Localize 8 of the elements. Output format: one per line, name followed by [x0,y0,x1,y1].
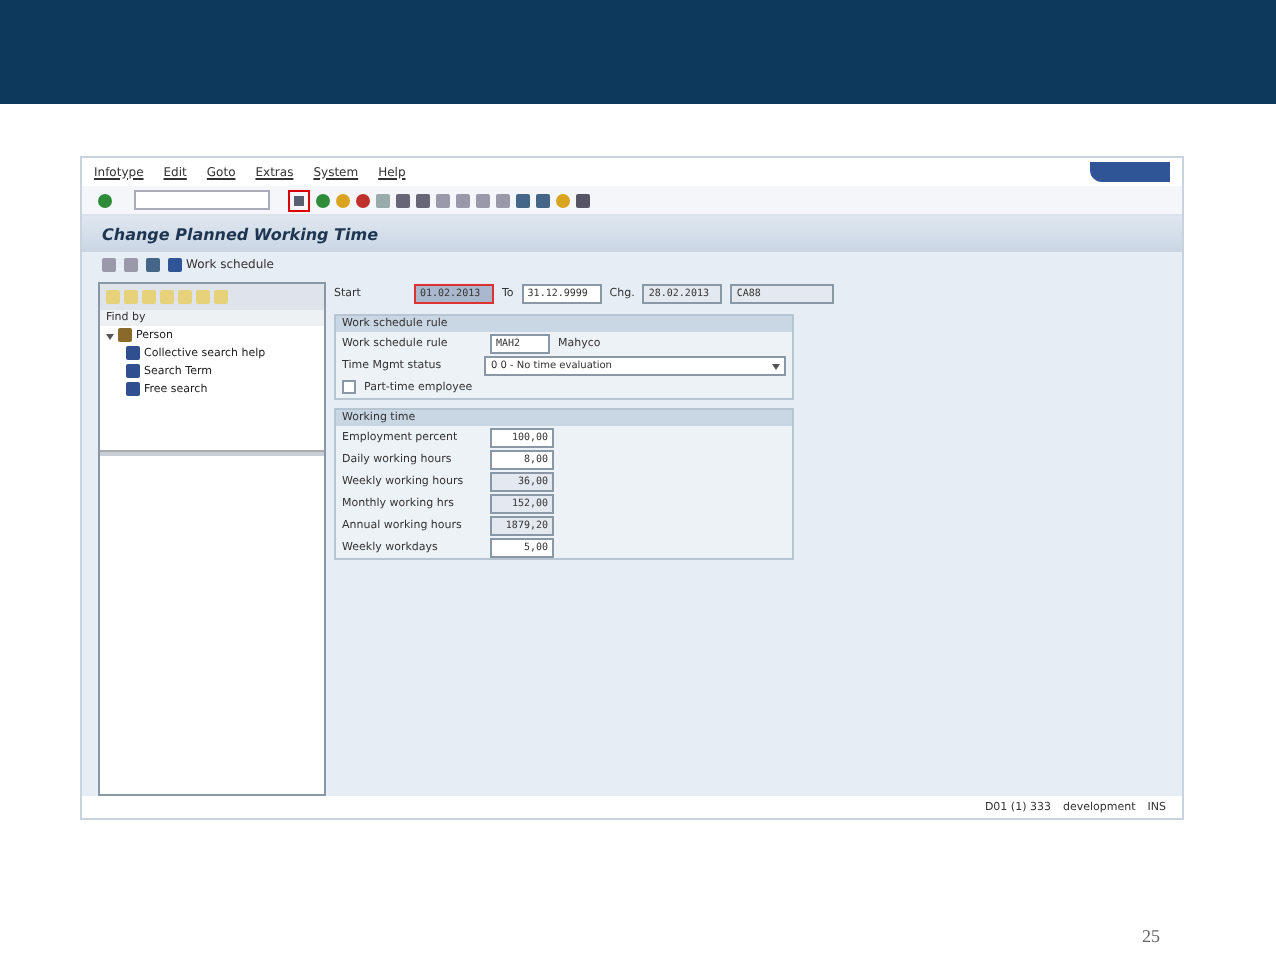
slide-number: 25 [1142,926,1162,950]
window-controls[interactable] [1090,162,1170,182]
screen-title: Change Planned Working Time [82,216,1182,252]
caret-icon[interactable] [772,361,780,369]
checkbox[interactable] [342,380,356,394]
save-button[interactable] [288,189,310,211]
expand-toggle-icon[interactable] [106,331,114,339]
command-field[interactable] [134,190,270,210]
